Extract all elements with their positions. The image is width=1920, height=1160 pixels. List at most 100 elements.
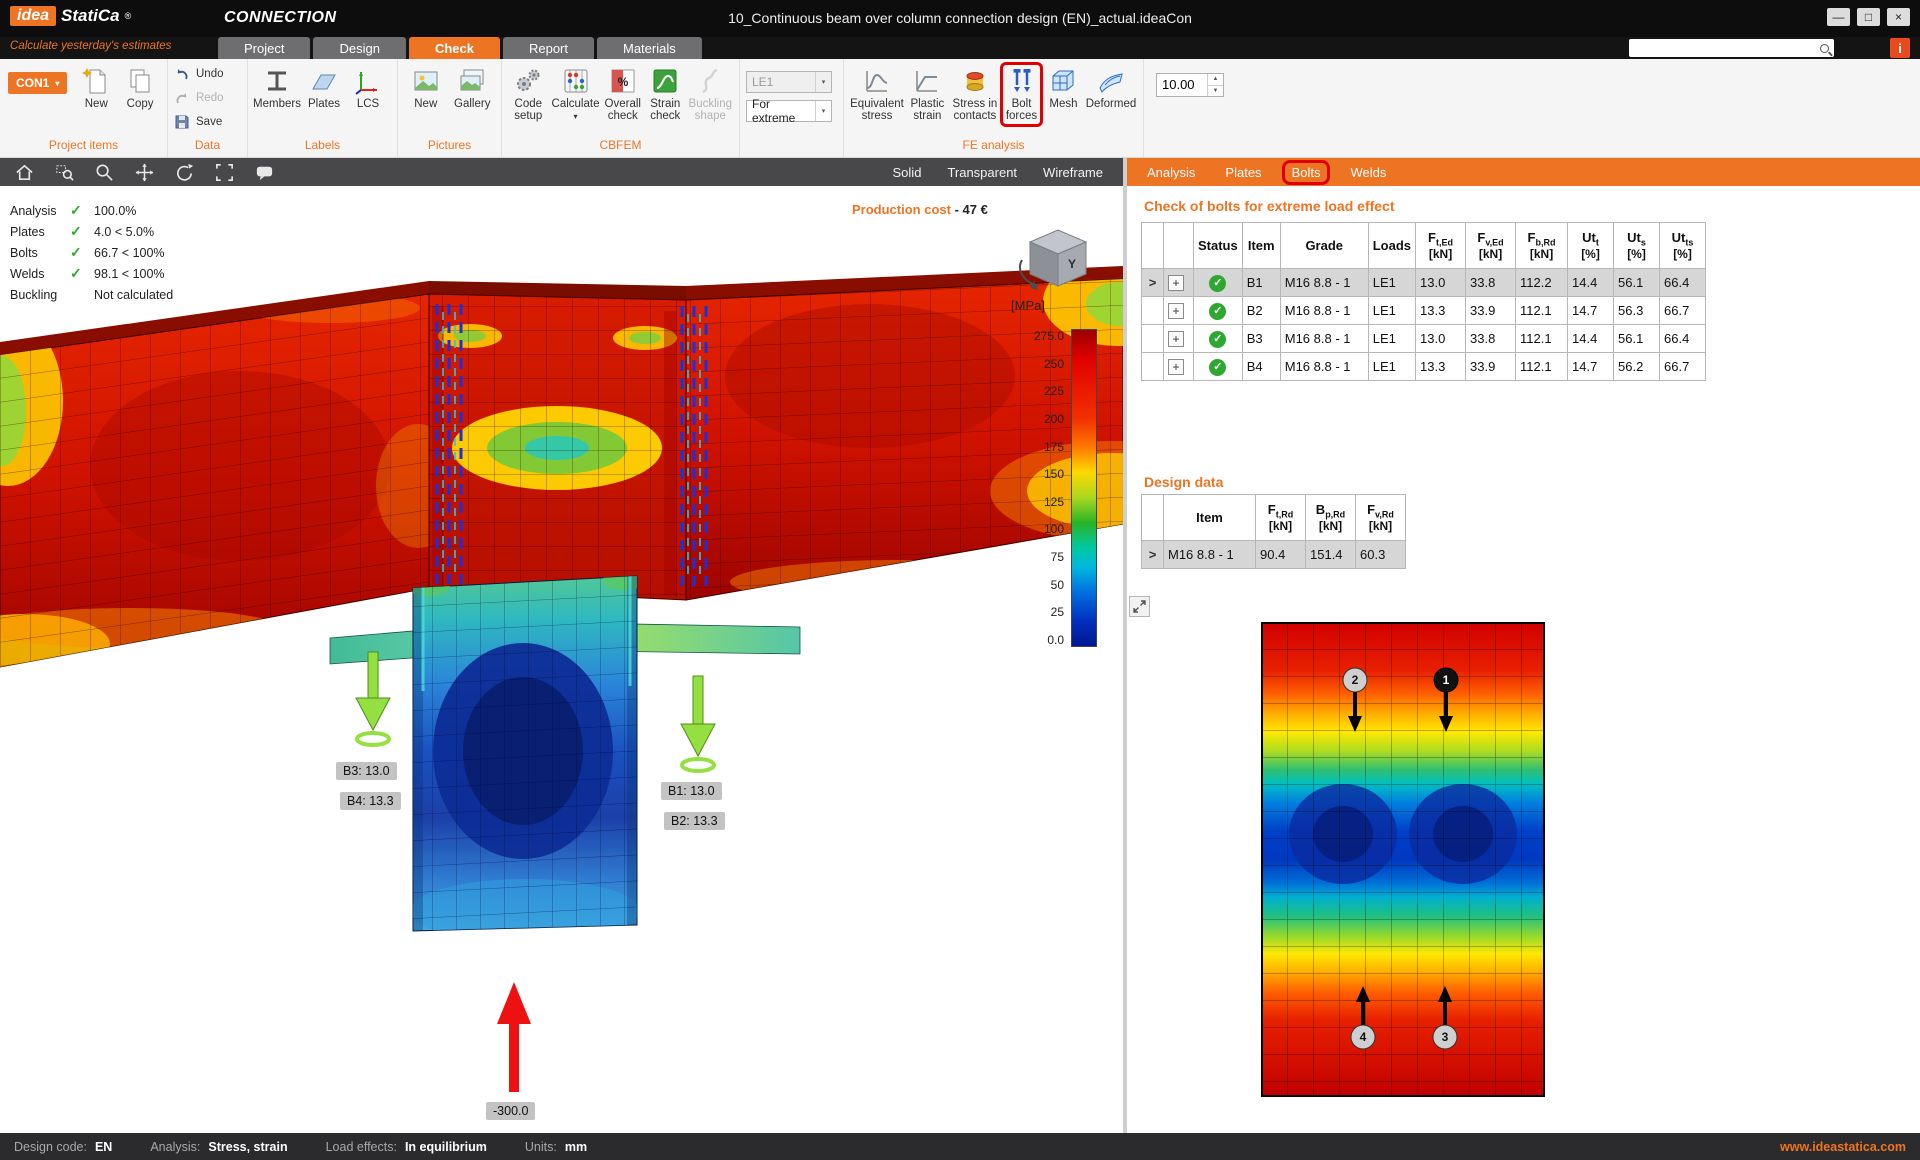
group-label-cbfem: CBFEM (508, 135, 733, 154)
tab-design[interactable]: Design (313, 37, 405, 59)
orbit-rotate-button[interactable] (172, 161, 196, 183)
result-tab-plates[interactable]: Plates (1225, 165, 1261, 180)
bolt-row-B3[interactable]: +✓B3M16 8.8 - 1LE113.033.8112.114.456.16… (1142, 325, 1706, 353)
result-tab-analysis[interactable]: Analysis (1147, 165, 1195, 180)
expand-row-button[interactable]: + (1168, 331, 1184, 347)
spin-up-icon[interactable]: ▲ (1208, 74, 1223, 85)
overall-check-button[interactable]: % Overall check (602, 64, 643, 125)
result-tab-welds[interactable]: Welds (1350, 165, 1386, 180)
save-button[interactable]: Save (174, 112, 224, 132)
stress-in-contacts-button[interactable]: Stress in contacts (951, 64, 999, 125)
zoom-fit-button[interactable] (212, 161, 236, 183)
pictures-new-button[interactable]: New (404, 64, 448, 112)
undo-button[interactable]: Undo (174, 64, 224, 84)
check-status-row: BucklingNot calculated (10, 284, 173, 305)
value-cell: 14.7 (1568, 353, 1614, 381)
tab-project[interactable]: Project (218, 37, 310, 59)
extreme-select[interactable]: For extreme ▾ (746, 100, 832, 122)
plastic-strain-button[interactable]: Plastic strain (906, 64, 949, 125)
expand-figure-button[interactable] (1129, 596, 1150, 617)
group-label-fe-analysis: FE analysis (850, 135, 1137, 154)
expand-row-button[interactable]: + (1168, 303, 1184, 319)
buckling-shape-icon (695, 66, 725, 96)
svg-text:4: 4 (1360, 1030, 1367, 1044)
deformation-scale-spinner[interactable]: 10.00 ▲ ▼ (1156, 73, 1224, 97)
minimize-icon[interactable]: — (1827, 8, 1850, 26)
pictures-gallery-button[interactable]: Gallery (450, 64, 495, 112)
redo-button[interactable]: Redo (174, 88, 224, 108)
con1-button[interactable]: CON1 ▾ (8, 72, 67, 94)
copy-item-button[interactable]: Copy (119, 64, 161, 112)
bolt-row-B2[interactable]: +✓B2M16 8.8 - 1LE113.333.9112.114.756.36… (1142, 297, 1706, 325)
group-label-labels: Labels (254, 135, 391, 154)
info-button[interactable]: i (1890, 38, 1910, 58)
value-cell: 90.4 (1256, 541, 1306, 569)
ribbon-group-labels: Members Plates LCS Labels (248, 59, 398, 157)
load-case-select[interactable]: LE1 ▾ (746, 71, 832, 93)
bolt-forces-icon (1007, 66, 1037, 96)
maximize-icon[interactable]: □ (1857, 8, 1880, 26)
spin-down-icon[interactable]: ▼ (1208, 85, 1223, 97)
plates-icon (309, 66, 339, 96)
ribbon-group-data: Undo Redo Save Data (168, 59, 248, 157)
statusbar-label: Design code: (14, 1140, 87, 1154)
pan-button[interactable] (132, 161, 156, 183)
view-mode-wireframe[interactable]: Wireframe (1043, 165, 1103, 180)
check-status-label: Buckling (10, 288, 70, 302)
tab-check[interactable]: Check (409, 37, 500, 59)
svg-text:3: 3 (1442, 1030, 1449, 1044)
statusbar-label: Load effects: (326, 1140, 397, 1154)
design-data-row[interactable]: >M16 8.8 - 190.4151.460.3 (1142, 541, 1406, 569)
loads-cell: LE1 (1368, 325, 1415, 353)
column-header: Bp,Rd[kN] (1306, 495, 1356, 541)
search-icon[interactable] (1820, 44, 1829, 53)
deformed-button[interactable]: Deformed (1085, 64, 1137, 112)
new-item-button[interactable]: New (75, 64, 117, 112)
status-ok-icon: ✓ (1209, 303, 1226, 320)
orientation-cube[interactable]: Y (1012, 220, 1104, 303)
status-cell: ✓ (1194, 269, 1243, 297)
buckling-shape-button[interactable]: Buckling shape (688, 64, 733, 125)
mesh-button[interactable]: Mesh (1044, 64, 1083, 112)
zoom-window-button[interactable] (52, 161, 76, 183)
result-tab-bolts[interactable]: Bolts (1292, 165, 1321, 180)
tab-materials[interactable]: Materials (597, 37, 702, 59)
3d-scene[interactable] (0, 186, 1123, 1133)
bolt-row-B1[interactable]: >+✓B1M16 8.8 - 1LE113.033.8112.214.456.1… (1142, 269, 1706, 297)
close-icon[interactable]: × (1887, 8, 1910, 26)
save-icon (174, 114, 190, 130)
bolt-force-arrow-left (356, 652, 390, 745)
legend-tick-label: 125 (1005, 495, 1064, 509)
home-view-button[interactable] (12, 161, 36, 183)
tab-report[interactable]: Report (503, 37, 594, 59)
labels-members-button[interactable]: Members (254, 64, 300, 112)
website-link[interactable]: www.ideastatica.com (1780, 1140, 1906, 1154)
app-window: idea StatiCa ® CONNECTION 10_Continuous … (0, 0, 1920, 1160)
bolt-row-B4[interactable]: +✓B4M16 8.8 - 1LE113.333.9112.114.756.26… (1142, 353, 1706, 381)
zoom-button[interactable] (92, 161, 116, 183)
code-setup-button[interactable]: Code setup (508, 64, 549, 125)
window-controls: — □ × (1827, 8, 1910, 26)
bolt-forces-button[interactable]: Bolt forces (1001, 64, 1042, 125)
loads-cell: LE1 (1368, 269, 1415, 297)
calculate-button[interactable]: Calculate ▾ (551, 64, 601, 125)
expand-row-button[interactable]: + (1168, 275, 1184, 291)
value-cell: 33.8 (1466, 269, 1516, 297)
value-cell: 66.4 (1660, 325, 1706, 353)
bolt-check-table: StatusItemGradeLoadsFt,Ed[kN]Fv,Ed[kN]Fb… (1141, 222, 1706, 381)
equivalent-stress-button[interactable]: Equivalent stress (850, 64, 904, 125)
labels-plates-button[interactable]: Plates (302, 64, 346, 112)
search-input[interactable] (1634, 41, 1820, 55)
check-status-value: 100.0% (94, 204, 136, 218)
view-mode-transparent[interactable]: Transparent (947, 165, 1017, 180)
expand-cell: + (1164, 297, 1194, 325)
labels-lcs-button[interactable]: LCS (348, 64, 388, 112)
value-cell: 56.1 (1614, 269, 1660, 297)
expand-row-button[interactable]: + (1168, 359, 1184, 375)
label-bubble-button[interactable] (252, 161, 276, 183)
bolt-plate-figure[interactable]: 2 1 4 3 (1261, 622, 1545, 1097)
view-mode-solid[interactable]: Solid (893, 165, 922, 180)
app-tagline: Calculate yesterday's estimates (10, 40, 171, 52)
status-ok-icon: ✓ (1209, 359, 1226, 376)
strain-check-button[interactable]: Strain check (645, 64, 686, 125)
